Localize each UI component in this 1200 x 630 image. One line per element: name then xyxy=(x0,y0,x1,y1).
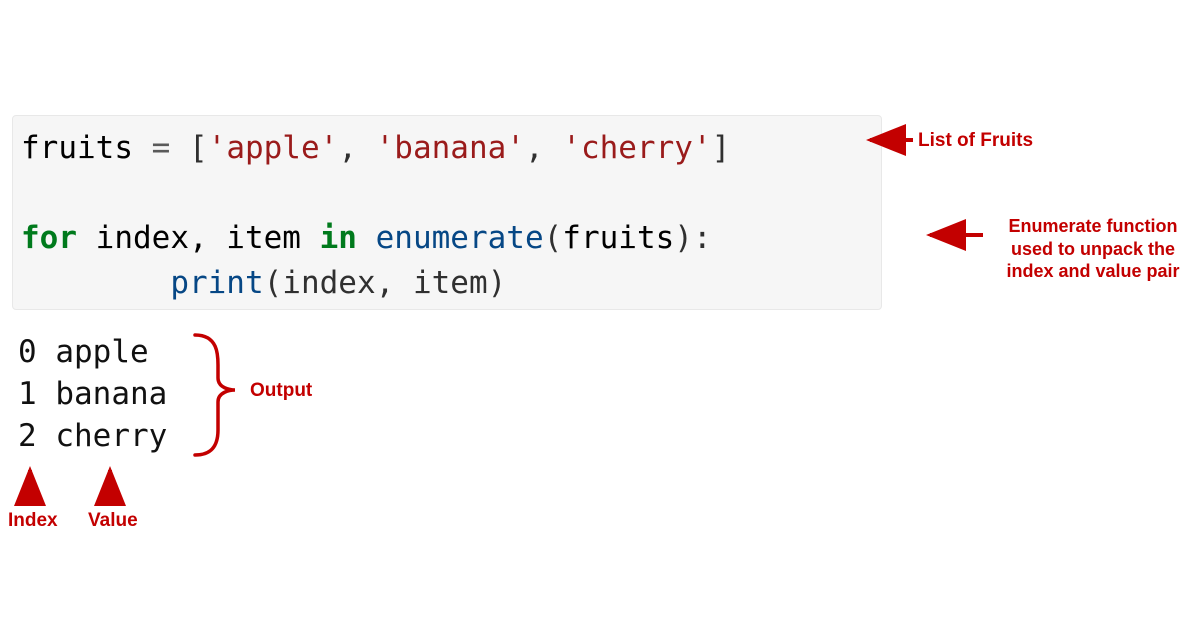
code-var: fruits xyxy=(21,130,133,166)
code-iter-vars: index, item xyxy=(77,220,320,256)
code-block: fruits = ['apple', 'banana', 'cherry'] f… xyxy=(12,115,882,310)
diagram-canvas: fruits = ['apple', 'banana', 'cherry'] f… xyxy=(0,0,1200,630)
code-str2: 'banana' xyxy=(376,130,525,166)
code-rbrack: ] xyxy=(712,130,731,166)
annotation-index: Index xyxy=(8,510,58,532)
code-str3: 'cherry' xyxy=(562,130,711,166)
output-block: 0 apple 1 banana 2 cherry xyxy=(18,332,167,458)
annotation-value: Value xyxy=(88,510,138,532)
code-call-open: ( xyxy=(544,220,563,256)
code-str1: 'apple' xyxy=(208,130,339,166)
code-comma1: , xyxy=(338,130,375,166)
code-print-args: (index, item) xyxy=(264,265,507,301)
code-lbrack: [ xyxy=(189,130,208,166)
annotation-list-of-fruits: List of Fruits xyxy=(918,130,1033,152)
code-assign: = xyxy=(133,130,189,166)
annotation-enumerate: Enumerate function used to unpack the in… xyxy=(988,215,1198,283)
code-enum-fn: enumerate xyxy=(376,220,544,256)
output-line-3: 2 cherry xyxy=(18,418,167,454)
arrows-overlay xyxy=(0,0,1200,630)
output-line-2: 1 banana xyxy=(18,376,167,412)
brace-output xyxy=(195,335,235,455)
code-comma2: , xyxy=(525,130,562,166)
code-indent xyxy=(21,265,170,301)
code-print-fn: print xyxy=(170,265,263,301)
code-call-close: ): xyxy=(674,220,711,256)
code-in-kw: in xyxy=(320,220,357,256)
output-line-1: 0 apple xyxy=(18,334,149,370)
code-for-kw: for xyxy=(21,220,77,256)
code-call-arg: fruits xyxy=(562,220,674,256)
annotation-output: Output xyxy=(250,380,312,402)
